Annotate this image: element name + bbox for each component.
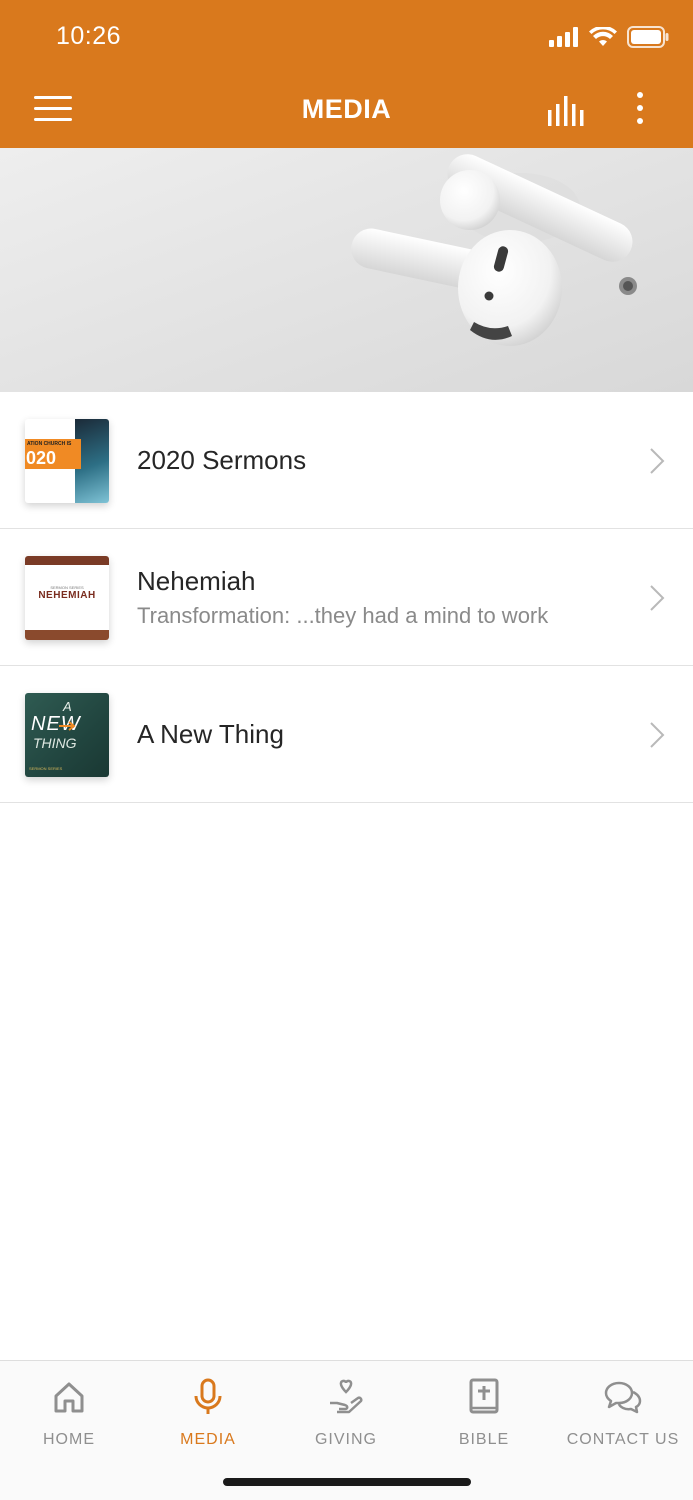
arrow-icon	[59, 721, 76, 731]
chevron-right-icon	[650, 585, 665, 611]
thumb-text-top: ATION CHURCH IS	[27, 441, 72, 447]
series-thumbnail-nehemiah: SERMON SERIES NEHEMIAH	[25, 556, 109, 640]
tab-label: BIBLE	[458, 1431, 510, 1448]
list-item-a-new-thing[interactable]: A NEW THING SERMON SERIES A New Thing	[0, 666, 693, 803]
chat-bubbles-icon	[604, 1381, 642, 1414]
thumb-text-a: A	[63, 699, 72, 714]
wifi-icon	[589, 27, 617, 46]
tab-label: CONTACT US	[566, 1431, 680, 1448]
bible-icon	[469, 1378, 499, 1414]
audio-bars-icon[interactable]	[546, 96, 586, 128]
series-thumbnail-new-thing: A NEW THING SERMON SERIES	[25, 693, 109, 777]
tab-label: MEDIA	[180, 1431, 236, 1448]
media-list: ATION CHURCH IS 020 2020 Sermons SERMON …	[0, 392, 693, 803]
battery-icon	[627, 26, 669, 48]
more-options-icon[interactable]	[630, 92, 650, 128]
hero-image	[0, 148, 693, 392]
thumb-text-thing: THING	[33, 735, 77, 751]
thumb-series-name: NEHEMIAH	[38, 590, 96, 601]
tab-label: HOME	[43, 1431, 95, 1448]
series-thumbnail-2020: ATION CHURCH IS 020	[25, 419, 109, 503]
app-header: 10:26 MEDIA	[0, 0, 693, 148]
microphone-icon	[194, 1378, 222, 1414]
giving-hand-icon	[330, 1379, 363, 1414]
list-item-title: 2020 Sermons	[137, 444, 307, 475]
tab-giving[interactable]: GIVING	[277, 1375, 415, 1449]
status-time: 10:26	[56, 22, 122, 50]
list-item-2020-sermons[interactable]: ATION CHURCH IS 020 2020 Sermons	[0, 392, 693, 529]
home-icon	[54, 1382, 84, 1413]
tab-label: GIVING	[314, 1431, 377, 1448]
page-title: MEDIA	[301, 94, 392, 124]
thumb-footer: SERMON SERIES	[29, 766, 63, 771]
home-indicator[interactable]	[223, 1478, 471, 1486]
status-icons	[549, 26, 669, 48]
thumb-text-big: 020	[26, 448, 57, 468]
list-item-subtitle: Transformation: ...they had a mind to wo…	[137, 602, 549, 628]
chevron-right-icon	[650, 722, 665, 748]
tab-home[interactable]: HOME	[0, 1375, 138, 1449]
list-item-nehemiah[interactable]: SERMON SERIES NEHEMIAH Nehemiah Transfor…	[0, 529, 693, 666]
tab-bible[interactable]: BIBLE	[415, 1375, 553, 1449]
list-item-title: A New Thing	[137, 718, 284, 749]
tab-contact-us[interactable]: CONTACT US	[554, 1375, 692, 1449]
chevron-right-icon	[650, 448, 665, 474]
signal-icon	[549, 27, 578, 47]
list-item-title: Nehemiah	[137, 565, 256, 596]
tab-media[interactable]: MEDIA	[139, 1375, 277, 1449]
earbuds-image	[351, 154, 637, 346]
